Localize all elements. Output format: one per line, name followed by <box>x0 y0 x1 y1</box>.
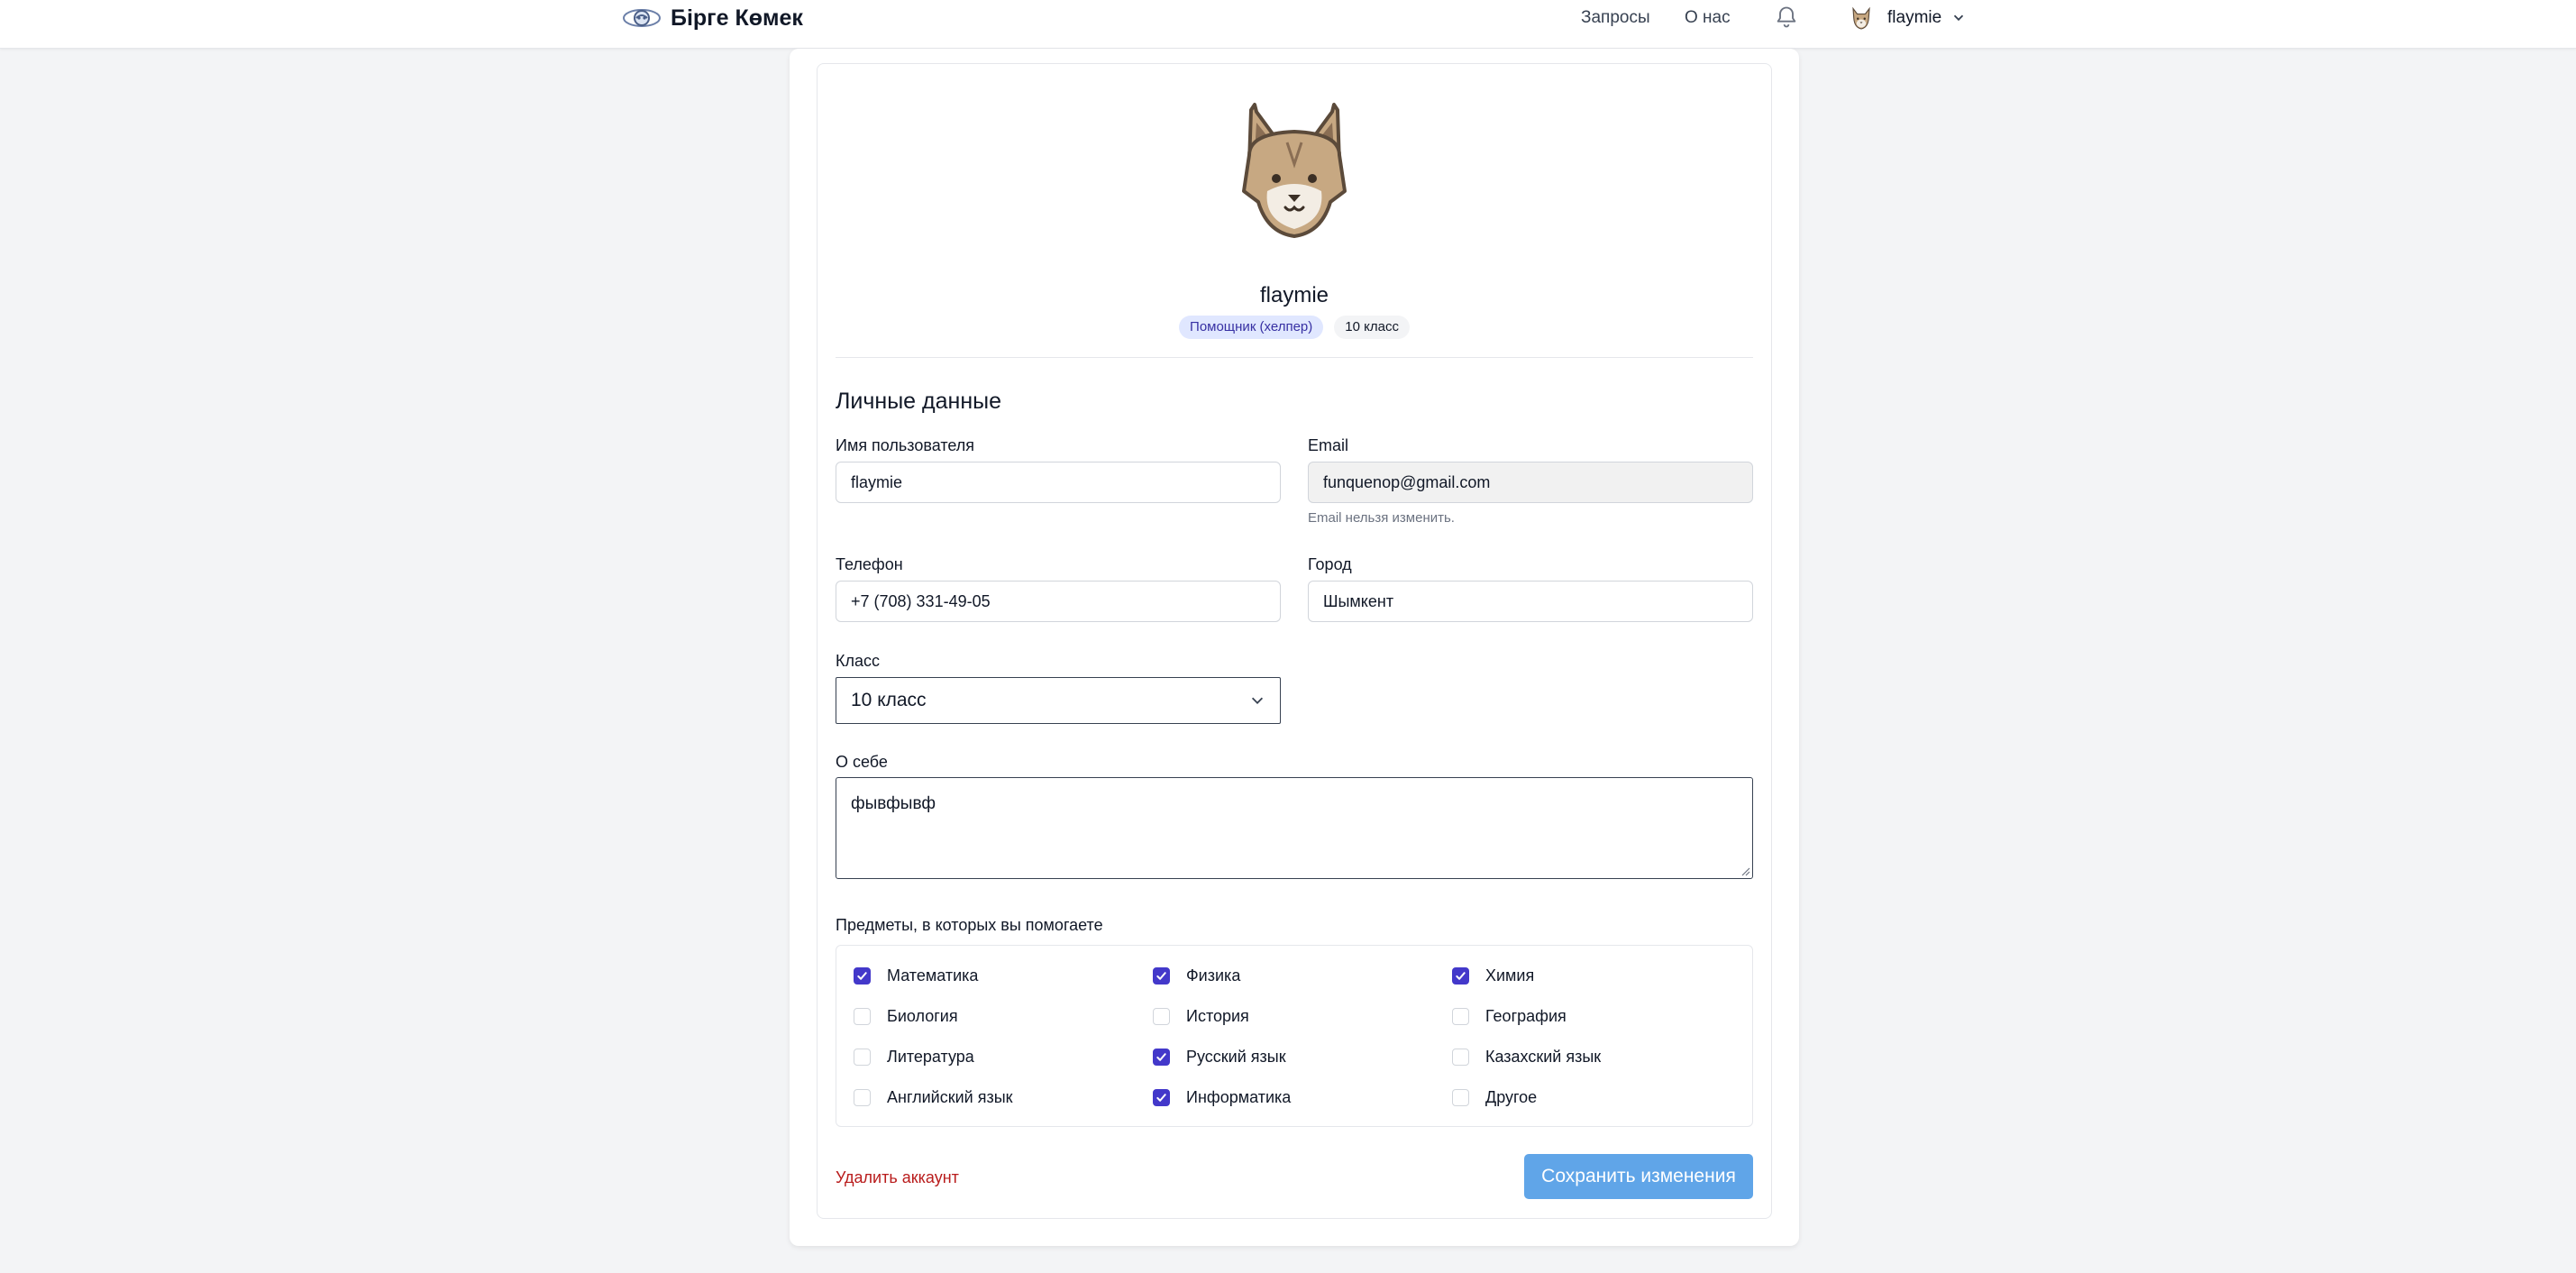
user-avatar-icon <box>1852 6 1870 30</box>
subject-checkbox[interactable] <box>1452 966 1469 985</box>
subject-label: Другое <box>1485 1087 1538 1106</box>
subject-checkbox-item[interactable]: Физика <box>1153 965 1240 986</box>
user-name: flaymie <box>1887 8 1942 27</box>
subject-checkbox[interactable] <box>1153 1048 1170 1066</box>
email-hint: Email нельзя изменить. <box>1308 510 1455 526</box>
subject-checkbox-item[interactable]: Химия <box>1452 965 1534 986</box>
role-badge: Помощник (хелпер) <box>1179 316 1324 339</box>
subject-checkbox[interactable] <box>1452 1048 1469 1066</box>
checkbox-check-icon <box>1456 971 1466 980</box>
subject-checkbox-item[interactable]: География <box>1452 1005 1567 1027</box>
subject-checkbox-item[interactable]: Другое <box>1452 1086 1537 1108</box>
subject-checkbox[interactable] <box>854 1048 871 1066</box>
nav-requests[interactable]: Запросы <box>1581 0 1650 36</box>
about-text: фывфывф <box>851 794 936 813</box>
brand[interactable]: Бірге Көмек <box>620 0 803 36</box>
subject-label: История <box>1186 1006 1249 1025</box>
subject-label: Казахский язык <box>1485 1047 1602 1066</box>
section-title: Личные данные <box>836 389 1001 414</box>
save-button[interactable]: Сохранить изменения <box>1524 1154 1753 1199</box>
subject-checkbox[interactable] <box>854 1007 871 1025</box>
subject-checkbox[interactable] <box>854 1088 871 1106</box>
delete-account-link[interactable]: Удалить аккаунт <box>836 1168 959 1187</box>
about-label: О себе <box>836 753 888 771</box>
grade-select-value: 10 класс <box>851 690 927 710</box>
subject-checkbox[interactable] <box>1452 1007 1469 1025</box>
grade-badge: 10 класс <box>1334 316 1410 339</box>
subject-checkbox-item[interactable]: Биология <box>854 1005 958 1027</box>
username-input[interactable]: flaymie <box>836 462 1281 503</box>
subject-label: Литература <box>887 1047 974 1066</box>
subject-checkbox[interactable] <box>1452 1088 1469 1106</box>
subject-label: Информатика <box>1186 1087 1292 1106</box>
subject-checkbox-item[interactable]: Литература <box>854 1046 974 1067</box>
subject-checkbox[interactable] <box>854 966 871 985</box>
checkbox-check-icon <box>1156 1052 1166 1061</box>
subject-label: Математика <box>887 966 979 985</box>
subject-label: Химия <box>1485 966 1535 985</box>
phone-input[interactable]: +7 (708) 331-49-05 <box>836 581 1281 622</box>
subjects-label: Предметы, в которых вы помогаете <box>836 916 1103 934</box>
profile-name: flaymie <box>1259 283 1329 307</box>
subject-checkbox-item[interactable]: Русский язык <box>1153 1046 1286 1067</box>
divider <box>836 357 1753 358</box>
username-label: Имя пользователя <box>836 436 975 454</box>
subject-checkbox-item[interactable]: Казахский язык <box>1452 1046 1601 1067</box>
subject-label: Биология <box>887 1006 958 1025</box>
subject-checkbox[interactable] <box>1153 1007 1170 1025</box>
nav-about[interactable]: О нас <box>1685 0 1731 36</box>
subject-checkbox-item[interactable]: История <box>1153 1005 1249 1027</box>
grade-label: Класс <box>836 652 880 670</box>
chevron-down-icon <box>1251 697 1264 704</box>
subject-checkbox[interactable] <box>1153 1088 1170 1106</box>
email-label: Email <box>1308 436 1349 454</box>
chevron-down-icon <box>1954 14 1964 22</box>
logo-icon <box>623 9 661 27</box>
resize-handle-icon[interactable] <box>1740 865 1750 876</box>
brand-name: Бірге Көмек <box>671 5 803 31</box>
subject-checkbox-item[interactable]: Информатика <box>1153 1086 1291 1108</box>
email-input: funquenop@gmail.com <box>1308 462 1753 503</box>
subject-label: Русский язык <box>1186 1047 1286 1066</box>
phone-label: Телефон <box>836 555 903 573</box>
city-label: Город <box>1308 555 1352 573</box>
checkbox-check-icon <box>1156 971 1166 980</box>
subject-label: Английский язык <box>887 1087 1013 1106</box>
grade-select[interactable]: 10 класс <box>836 677 1281 724</box>
city-input[interactable]: Шымкент <box>1308 581 1753 622</box>
subject-checkbox[interactable] <box>1153 966 1170 985</box>
top-navbar: Бірге Көмек Запросы О нас flaymie <box>0 0 2576 49</box>
subject-label: География <box>1485 1006 1567 1025</box>
checkbox-check-icon <box>857 971 867 980</box>
user-menu[interactable]: flaymie <box>1848 0 1967 36</box>
subject-checkbox-item[interactable]: Английский язык <box>854 1086 1013 1108</box>
profile-badges: Помощник (хелпер) 10 класс <box>817 316 1772 339</box>
subject-label: Физика <box>1186 966 1241 985</box>
bell-icon[interactable] <box>1774 4 1799 31</box>
lynx-avatar-icon <box>1242 103 1347 238</box>
subject-checkbox-item[interactable]: Математика <box>854 965 978 986</box>
about-textarea[interactable]: фывфывф <box>836 777 1753 879</box>
checkbox-check-icon <box>1156 1093 1166 1102</box>
